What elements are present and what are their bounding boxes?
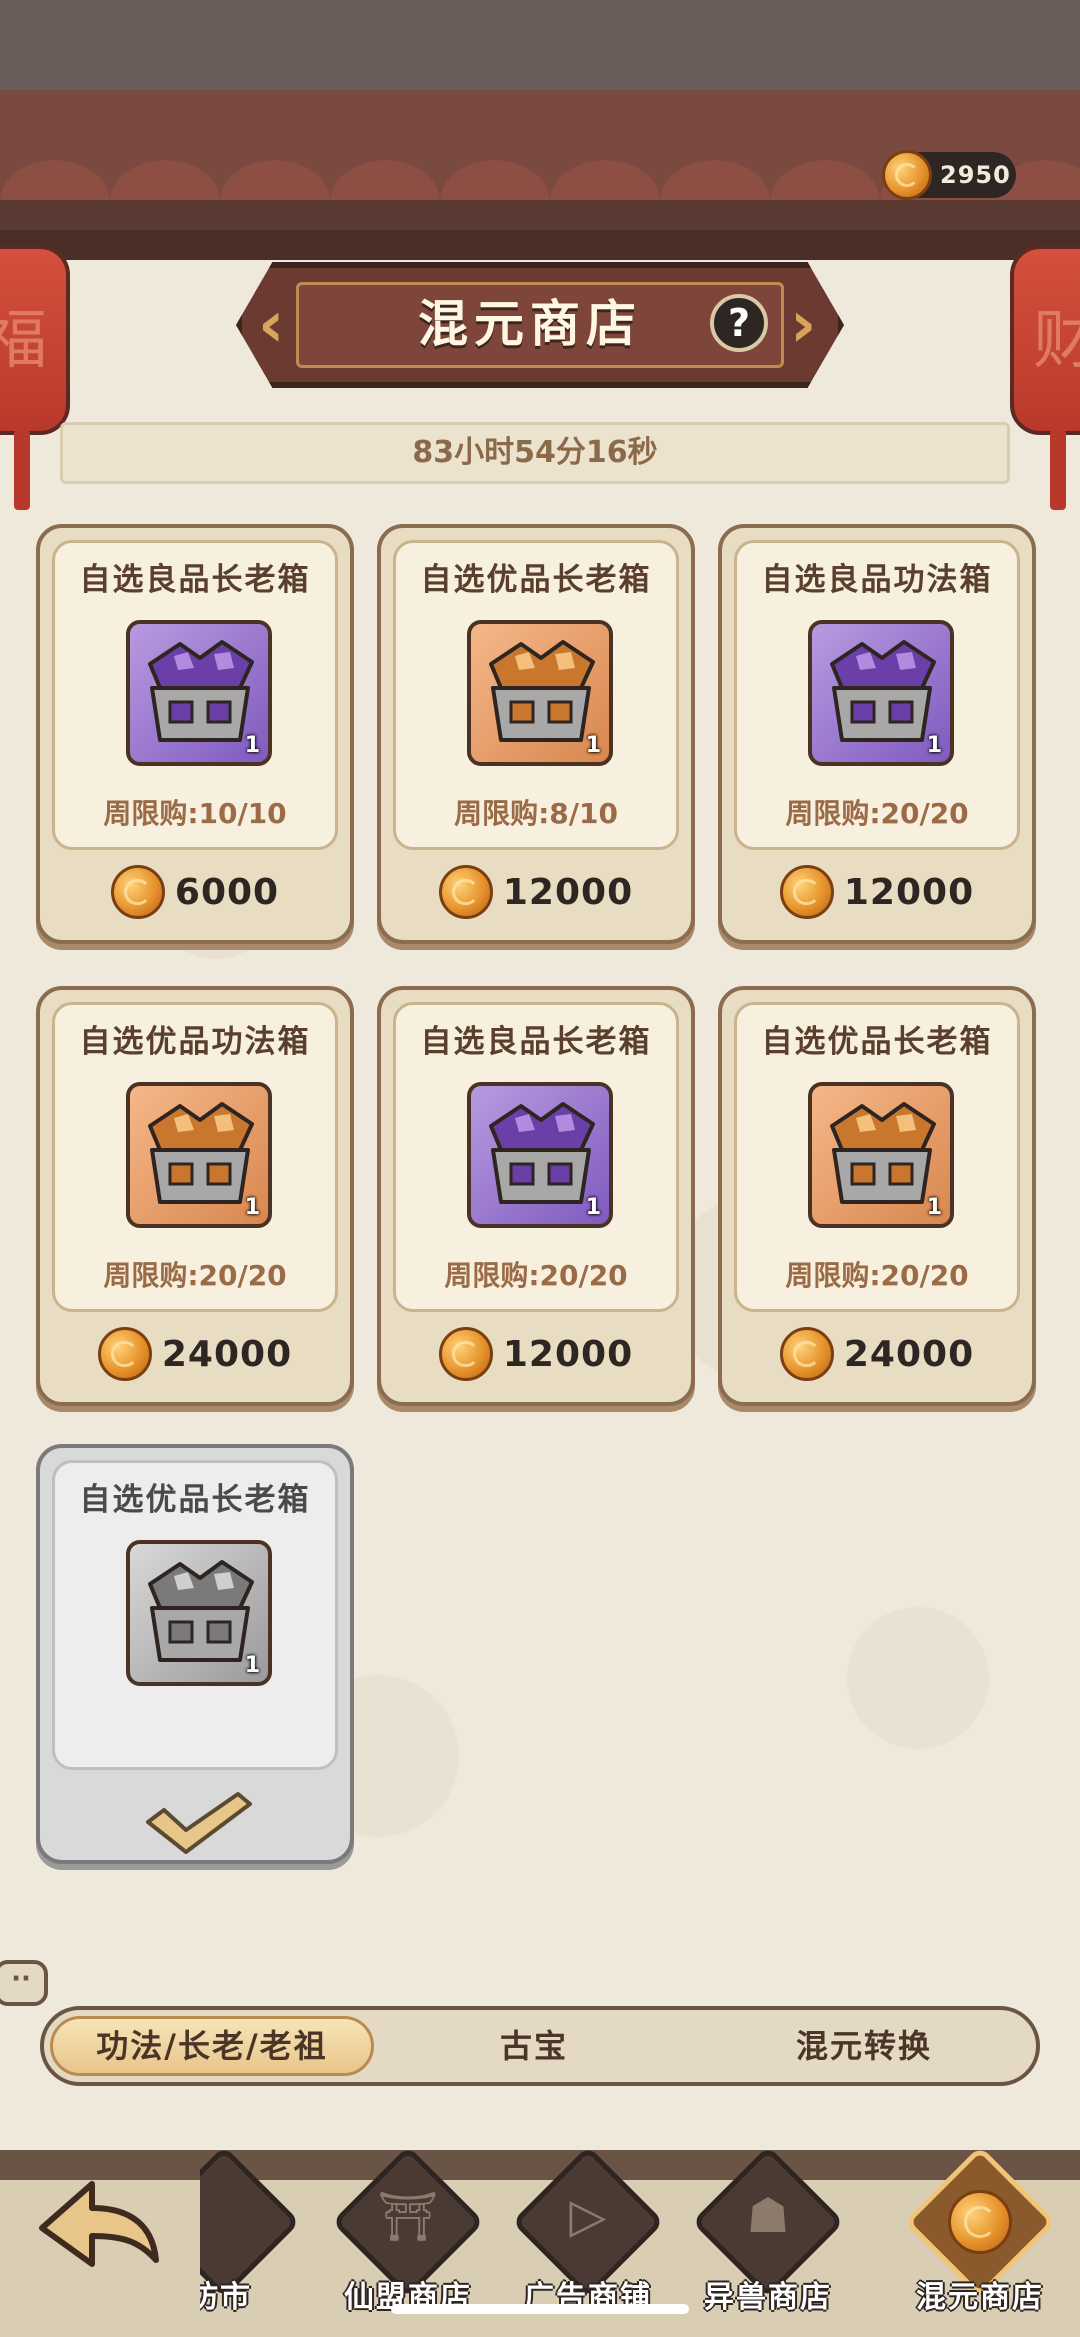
item-name: 自选良品长老箱 [79, 562, 311, 598]
chest-gold-icon: 1 [808, 1082, 954, 1228]
question-icon[interactable]: ? [710, 294, 768, 352]
coin-icon [779, 1327, 834, 1381]
lantern-glyph-right: 财 [1033, 304, 1080, 378]
item-card[interactable]: 自选优品长老箱 1 [36, 1444, 354, 1864]
coin-balance: 2950 [882, 150, 1016, 200]
beast-shop-glyph: ☗ [746, 2188, 790, 2244]
item-price: 6000 [174, 871, 280, 913]
chest-gold-scroll-icon: 1 [126, 1082, 272, 1228]
chest-purple-icon: 1 [126, 620, 272, 766]
category-tabs: 功法/长老/老祖 古宝 混元转换 [40, 2006, 1040, 2086]
coin-balance-value: 2950 [940, 161, 1011, 189]
price-row[interactable]: 6000 [40, 862, 350, 922]
coin-icon [97, 1327, 152, 1381]
item-price: 12000 [843, 871, 975, 913]
lantern-tassel-right [1050, 430, 1066, 510]
item-quantity: 1 [244, 1653, 260, 1678]
nav-hunyuan-shop-label: 混元商店 [916, 2280, 1044, 2315]
item-quantity: 1 [926, 1195, 942, 1220]
refresh-timer: 83小时54分16秒 [60, 422, 1010, 484]
item-name: 自选优品长老箱 [761, 1024, 993, 1060]
item-card[interactable]: 自选优品长老箱 1 周限购:8/10 12000 [377, 524, 695, 944]
weekly-limit: 周限购:10/10 [103, 797, 287, 830]
nav-beast-shop-label: 异兽商店 [704, 2280, 832, 2315]
item-quantity: 1 [926, 733, 942, 758]
item-price: 12000 [502, 1333, 634, 1375]
video-ad-glyph: ▷ [569, 2188, 607, 2244]
chat-bubble-icon[interactable]: ·· [0, 1960, 48, 2006]
price-row[interactable]: 12000 [722, 862, 1032, 922]
chest-gray-icon: 1 [126, 1540, 272, 1686]
coin-icon [438, 865, 493, 919]
lantern-tassel-left [14, 430, 30, 510]
weekly-limit: 周限购:20/20 [444, 1259, 628, 1292]
item-card[interactable]: 自选良品长老箱 1 周限购:20/20 12000 [377, 986, 695, 1406]
item-name: 自选优品长老箱 [79, 1482, 311, 1518]
tab-hunyuan-convert[interactable]: 混元转换 [704, 2016, 1024, 2076]
coin-icon [438, 1327, 493, 1381]
weekly-limit: 周限购:8/10 [454, 797, 618, 830]
weekly-limit: 周限购:20/20 [103, 1259, 287, 1292]
lantern-left: 福 [0, 245, 70, 435]
item-quantity: 1 [244, 733, 260, 758]
page-title: 混元商店 [418, 294, 642, 353]
nav-hunyuan-shop[interactable]: 混元商店 [890, 2145, 1070, 2337]
chevron-left-decoration: ‹ [258, 288, 285, 362]
weekly-limit: 周限购:20/20 [785, 797, 969, 830]
item-price: 12000 [502, 871, 634, 913]
item-card[interactable]: 自选优品长老箱 1 周限购:20/20 24000 [718, 986, 1036, 1406]
chest-purple-icon: 1 [467, 1082, 613, 1228]
item-name: 自选优品长老箱 [420, 562, 652, 598]
nav-beast-shop[interactable]: ☗ 异兽商店 [678, 2145, 858, 2337]
item-card[interactable]: 自选良品功法箱 1 周限购:20/20 12000 [718, 524, 1036, 944]
tab-gubao[interactable]: 古宝 [384, 2016, 684, 2076]
lantern-right: 财 [1010, 245, 1080, 435]
price-row[interactable]: 12000 [381, 862, 691, 922]
item-name: 自选良品长老箱 [420, 1024, 652, 1060]
price-row[interactable]: 24000 [722, 1324, 1032, 1384]
coin-icon [110, 865, 165, 919]
item-price: 24000 [161, 1333, 293, 1375]
coin-icon [779, 865, 834, 919]
chest-purple-scroll-icon: 1 [808, 620, 954, 766]
back-arrow-icon[interactable] [34, 2168, 164, 2288]
price-row[interactable]: 12000 [381, 1324, 691, 1384]
weekly-limit: 周限购:20/20 [785, 1259, 969, 1292]
hunyuan-orb-icon [948, 2190, 1012, 2254]
coin-icon [882, 150, 932, 200]
item-card[interactable]: 自选良品长老箱 1 周限购:10/10 6000 [36, 524, 354, 944]
tab-gongfa-zhanglao-laozu[interactable]: 功法/长老/老祖 [50, 2016, 374, 2076]
item-card[interactable]: 自选优品功法箱 1 周限购:20/20 24000 [36, 986, 354, 1406]
nav-market-label: 坊市 [200, 2280, 252, 2315]
roof-beam [0, 230, 1080, 260]
item-quantity: 1 [244, 1195, 260, 1220]
guild-shop-glyph: ⛩ [377, 2189, 439, 2245]
item-name: 自选优品功法箱 [79, 1024, 311, 1060]
nav-market[interactable]: 坊市 [200, 2150, 320, 2337]
lantern-glyph-left: 福 [0, 304, 47, 378]
home-indicator[interactable] [391, 2304, 689, 2314]
item-price: 24000 [843, 1333, 975, 1375]
item-quantity: 1 [585, 733, 601, 758]
checkmark-icon [146, 1792, 252, 1854]
item-quantity: 1 [585, 1195, 601, 1220]
item-name: 自选良品功法箱 [761, 562, 993, 598]
chest-gold-icon: 1 [467, 620, 613, 766]
price-row[interactable]: 24000 [40, 1324, 350, 1384]
chevron-right-decoration: › [790, 288, 817, 362]
